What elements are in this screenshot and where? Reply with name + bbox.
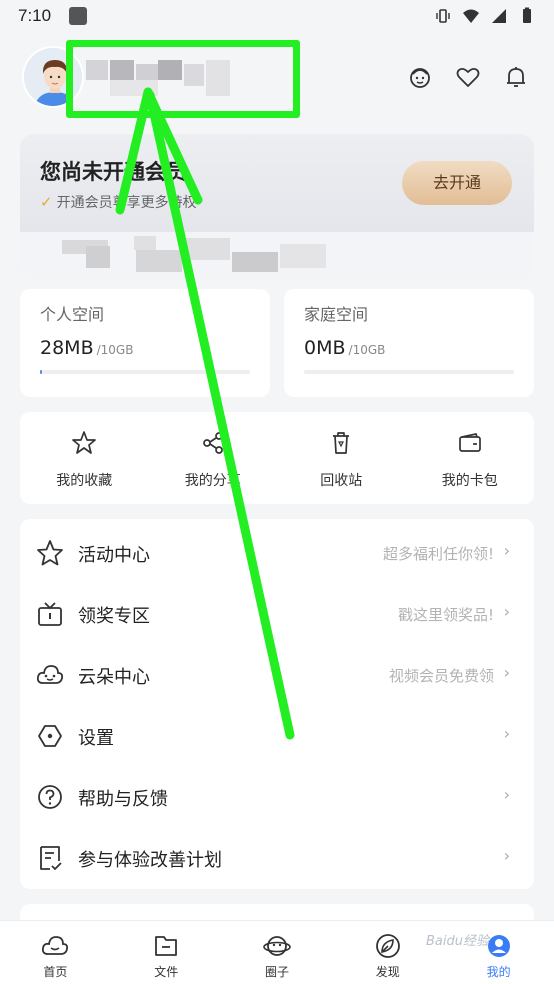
quick-item-label: 回收站 [320, 473, 363, 489]
nav-label: 我的 [486, 965, 511, 979]
personal-space-card[interactable]: 个人空间 28MB/10GB [20, 289, 270, 397]
compass-leaf-icon [375, 934, 400, 958]
quick-item-label: 我的收藏 [56, 473, 113, 489]
notification-icon [69, 7, 88, 25]
chevron-right-icon: › [503, 846, 510, 865]
personal-space-used: 28MB [40, 337, 94, 359]
quick-item-shares[interactable]: 我的分享 [149, 412, 278, 504]
star-icon [37, 540, 63, 566]
menu-item-settings[interactable]: 设置 › [20, 704, 534, 765]
help-icon [38, 785, 62, 809]
nav-label: 文件 [154, 965, 179, 979]
quick-actions: 我的收藏 我的分享 回收站 我的卡包 [20, 412, 534, 504]
baidu-watermark: Baidu经验 [426, 934, 489, 949]
share-icon [202, 432, 223, 454]
menu-item-experience-plan[interactable]: 参与体验改善计划 › [20, 826, 534, 887]
menu-item-help-feedback[interactable]: 帮助与反馈 › [20, 765, 534, 826]
bell-icon[interactable] [503, 64, 529, 90]
recycle-bin-icon [333, 432, 350, 454]
quick-item-label: 我的卡包 [441, 473, 498, 489]
battery-icon [523, 7, 531, 23]
cloud-face-icon [36, 665, 64, 684]
family-space-total: /10GB [348, 343, 386, 357]
vip-card[interactable]: 您尚未开通会员 ✓ 开通会员尊享更多特权 去开通 [20, 134, 534, 274]
family-space-used: 0MB [304, 337, 346, 359]
chevron-right-icon: › [503, 663, 510, 682]
chevron-right-icon: › [503, 724, 510, 743]
nav-label: 发现 [375, 965, 400, 979]
menu-item-hint: 戳这里领奖品! [397, 606, 494, 624]
menu-list: 活动中心 超多福利任你领! › 领奖专区 戳这里领奖品! › 云朵中心 视频会员… [20, 519, 534, 889]
menu-item-label: 参与体验改善计划 [78, 850, 222, 871]
status-time: 7:10 [18, 6, 52, 25]
vibrate-icon [436, 9, 450, 23]
quick-item-favorites[interactable]: 我的收藏 [20, 412, 149, 504]
nav-files[interactable]: 文件 [111, 921, 222, 984]
personal-space-total: /10GB [96, 343, 134, 357]
quick-item-card-wallet[interactable]: 我的卡包 [406, 412, 535, 504]
status-bar: 7:10 [0, 0, 554, 32]
vip-title: 您尚未开通会员 [40, 160, 187, 184]
face-icon[interactable] [407, 64, 433, 90]
nav-label: 圈子 [264, 965, 289, 979]
settings-icon [38, 725, 62, 747]
menu-item-cloud-center[interactable]: 云朵中心 视频会员免费领 › [20, 643, 534, 704]
status-icons [434, 7, 536, 25]
personal-space-title: 个人空间 [40, 305, 105, 324]
family-space-bar [304, 370, 514, 374]
planet-icon [263, 936, 291, 956]
quick-item-recycle-bin[interactable]: 回收站 [277, 412, 406, 504]
personal-space-usage: 28MB/10GB [40, 337, 133, 359]
menu-item-label: 设置 [78, 728, 114, 749]
quick-item-label: 我的分享 [184, 473, 241, 489]
menu-item-label: 帮助与反馈 [78, 789, 168, 810]
chevron-right-icon: › [503, 541, 510, 560]
family-space-usage: 0MB/10GB [304, 337, 385, 359]
vip-subtitle-text: 开通会员尊享更多特权 [56, 195, 197, 211]
nav-home[interactable]: 首页 [0, 921, 111, 984]
menu-item-label: 云朵中心 [78, 667, 150, 688]
menu-item-hint: 视频会员免费领 [388, 667, 494, 685]
nav-label: 首页 [43, 965, 68, 979]
annotation-highlight-box [66, 40, 300, 118]
family-space-card[interactable]: 家庭空间 0MB/10GB [284, 289, 534, 397]
menu-item-label: 活动中心 [78, 545, 150, 566]
personal-space-fill [40, 370, 43, 374]
menu-item-activity-center[interactable]: 活动中心 超多福利任你领! › [20, 521, 534, 582]
wifi-icon [463, 9, 479, 23]
family-space-title: 家庭空间 [304, 305, 369, 324]
home-cloud-icon [42, 936, 69, 955]
menu-item-hint: 超多福利任你领! [382, 545, 494, 563]
folder-icon [155, 936, 178, 956]
signal-icon [492, 9, 506, 23]
nav-circle[interactable]: 圈子 [222, 921, 333, 984]
menu-item-label: 领奖专区 [78, 606, 150, 627]
heart-icon[interactable] [455, 64, 481, 90]
personal-space-bar [40, 370, 250, 374]
chevron-right-icon: › [503, 602, 510, 621]
star-icon [72, 431, 97, 454]
chevron-right-icon: › [503, 785, 510, 804]
card-wallet-icon [458, 433, 481, 452]
prize-box-icon [38, 602, 62, 626]
vip-benefit-strip-redacted [20, 232, 534, 274]
vip-subtitle: ✓ 开通会员尊享更多特权 [40, 192, 197, 212]
check-icon: ✓ [40, 193, 53, 211]
feedback-plan-icon [40, 846, 62, 871]
menu-item-prize-zone[interactable]: 领奖专区 戳这里领奖品! › [20, 582, 534, 643]
activate-vip-button[interactable]: 去开通 [402, 161, 512, 205]
